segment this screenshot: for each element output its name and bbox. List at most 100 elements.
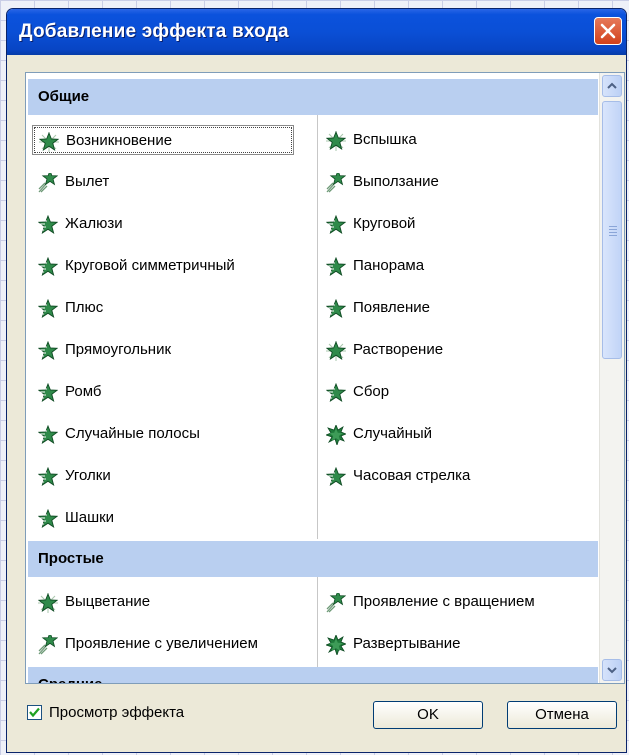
effect-item[interactable]: Ромб: [32, 377, 294, 407]
scroll-thumb[interactable]: [602, 101, 622, 359]
grip-line: [609, 232, 617, 233]
chevron-up-icon: [607, 82, 617, 89]
effect-item[interactable]: Возникновение: [32, 125, 294, 155]
effect-item[interactable]: Круговой симметричный: [32, 251, 294, 281]
effect-item[interactable]: Часовая стрелка: [320, 461, 582, 491]
cancel-button[interactable]: Отмена: [507, 701, 617, 729]
star-trail-icon: [38, 631, 59, 655]
chevron-down-icon: [607, 667, 617, 674]
group-header-label: Простые: [38, 550, 104, 567]
star-stripes-icon: [37, 298, 59, 319]
vertical-scrollbar[interactable]: [599, 73, 624, 683]
star-stripes-icon: [37, 424, 59, 445]
effect-item-label: Панорама: [353, 257, 425, 274]
effect-item-label: Плюс: [65, 299, 104, 316]
group-header-label: Средние: [38, 676, 102, 683]
star-stripes-icon: [37, 214, 59, 235]
effect-item[interactable]: Уголки: [32, 461, 294, 491]
effect-item-label: Растворение: [353, 341, 444, 358]
preview-checkbox[interactable]: [27, 705, 42, 720]
effect-item-label: Проявление с увеличением: [65, 635, 258, 652]
effect-item[interactable]: Сбор: [320, 377, 582, 407]
title-bar[interactable]: Добавление эффекта входа: [7, 9, 626, 55]
effect-item[interactable]: Вспышка: [320, 125, 582, 155]
ok-button[interactable]: OK: [373, 701, 483, 729]
group-header[interactable]: Общие: [28, 79, 598, 115]
dialog-title: Добавление эффекта входа: [19, 21, 289, 42]
star-stripes-icon: [325, 382, 347, 403]
effects-list-content: Общие Возникновение Вылет Жалюзи Круговой си…: [26, 73, 600, 683]
effect-item[interactable]: Плюс: [32, 293, 294, 323]
star-stripes-icon: [325, 298, 347, 319]
effect-item-label: Выползание: [353, 173, 439, 190]
star-stripes-icon: [37, 256, 59, 277]
effect-item-label: Случайный: [353, 425, 433, 442]
star-burst-icon: [37, 592, 59, 613]
effect-item[interactable]: Вылет: [32, 167, 294, 197]
star-spiky-icon: [324, 423, 348, 447]
effect-item-label: Сбор: [353, 383, 390, 400]
close-button[interactable]: [594, 17, 622, 45]
effect-item-label: Ромб: [65, 383, 102, 400]
star-spiky-icon: [324, 633, 348, 657]
effect-item-label: Выцветание: [65, 593, 151, 610]
effect-item-label: Круговой: [353, 215, 416, 232]
star-trail-icon: [326, 589, 347, 613]
group-header-label: Общие: [38, 88, 90, 105]
star-stripes-icon: [37, 508, 59, 529]
star-stripes-icon: [325, 214, 347, 235]
effect-item[interactable]: Развертывание: [320, 629, 582, 659]
effect-item-label: Уголки: [65, 467, 111, 484]
star-trail-icon: [326, 169, 347, 193]
effect-item-label: Вылет: [65, 173, 110, 190]
scroll-down-button[interactable]: [602, 659, 622, 681]
effect-item-label: Развертывание: [353, 635, 461, 652]
effect-item-label: Случайные полосы: [65, 425, 200, 442]
effect-item[interactable]: Прямоугольник: [32, 335, 294, 365]
effect-item[interactable]: Проявление с вращением: [320, 587, 582, 617]
star-burst-icon: [325, 340, 347, 361]
effect-item[interactable]: Круговой: [320, 209, 582, 239]
effect-item[interactable]: Выползание: [320, 167, 582, 197]
star-burst-icon: [325, 130, 347, 151]
checkmark-icon: [29, 707, 40, 718]
effect-item[interactable]: Случайные полосы: [32, 419, 294, 449]
star-stripes-icon: [325, 256, 347, 277]
effect-item-label: Возникновение: [66, 132, 173, 149]
effect-item[interactable]: Шашки: [32, 503, 294, 533]
star-stripes-icon: [37, 340, 59, 361]
effect-item-label: Появление: [353, 299, 430, 316]
star-stripes-icon: [325, 466, 347, 487]
scroll-up-button[interactable]: [602, 75, 622, 97]
preview-checkbox-label[interactable]: Просмотр эффекта: [49, 704, 184, 721]
effect-item-label: Шашки: [65, 509, 115, 526]
star-stripes-icon: [37, 382, 59, 403]
dialog-footer: Просмотр эффекта OK Отмена: [7, 694, 626, 752]
effect-item[interactable]: Случайный: [320, 419, 582, 449]
effect-item[interactable]: Выцветание: [32, 587, 294, 617]
group-header[interactable]: Средние: [28, 667, 598, 683]
grip-line: [609, 229, 617, 230]
effect-item[interactable]: Проявление с увеличением: [32, 629, 294, 659]
group-header[interactable]: Простые: [28, 541, 598, 577]
effect-item-label: Проявление с вращением: [353, 593, 535, 610]
effect-item-label: Жалюзи: [65, 215, 123, 232]
effect-item-label: Часовая стрелка: [353, 467, 471, 484]
add-entrance-effect-dialog: Добавление эффекта входа Общие Возникнове…: [6, 8, 627, 753]
column-divider: [317, 575, 318, 675]
grip-line: [609, 235, 617, 236]
column-divider: [317, 111, 318, 539]
effects-list[interactable]: Общие Возникновение Вылет Жалюзи Круговой си…: [25, 72, 625, 684]
effect-item[interactable]: Панорама: [320, 251, 582, 281]
effect-item-label: Прямоугольник: [65, 341, 172, 358]
effect-item[interactable]: Растворение: [320, 335, 582, 365]
effect-item-label: Вспышка: [353, 131, 417, 148]
grip-line: [609, 226, 617, 227]
star-trail-icon: [38, 169, 59, 193]
effect-item[interactable]: Появление: [320, 293, 582, 323]
close-icon: [600, 23, 616, 39]
effect-item[interactable]: Жалюзи: [32, 209, 294, 239]
star-burst-icon: [38, 131, 60, 152]
star-stripes-icon: [37, 466, 59, 487]
effect-item-label: Круговой симметричный: [65, 257, 235, 274]
